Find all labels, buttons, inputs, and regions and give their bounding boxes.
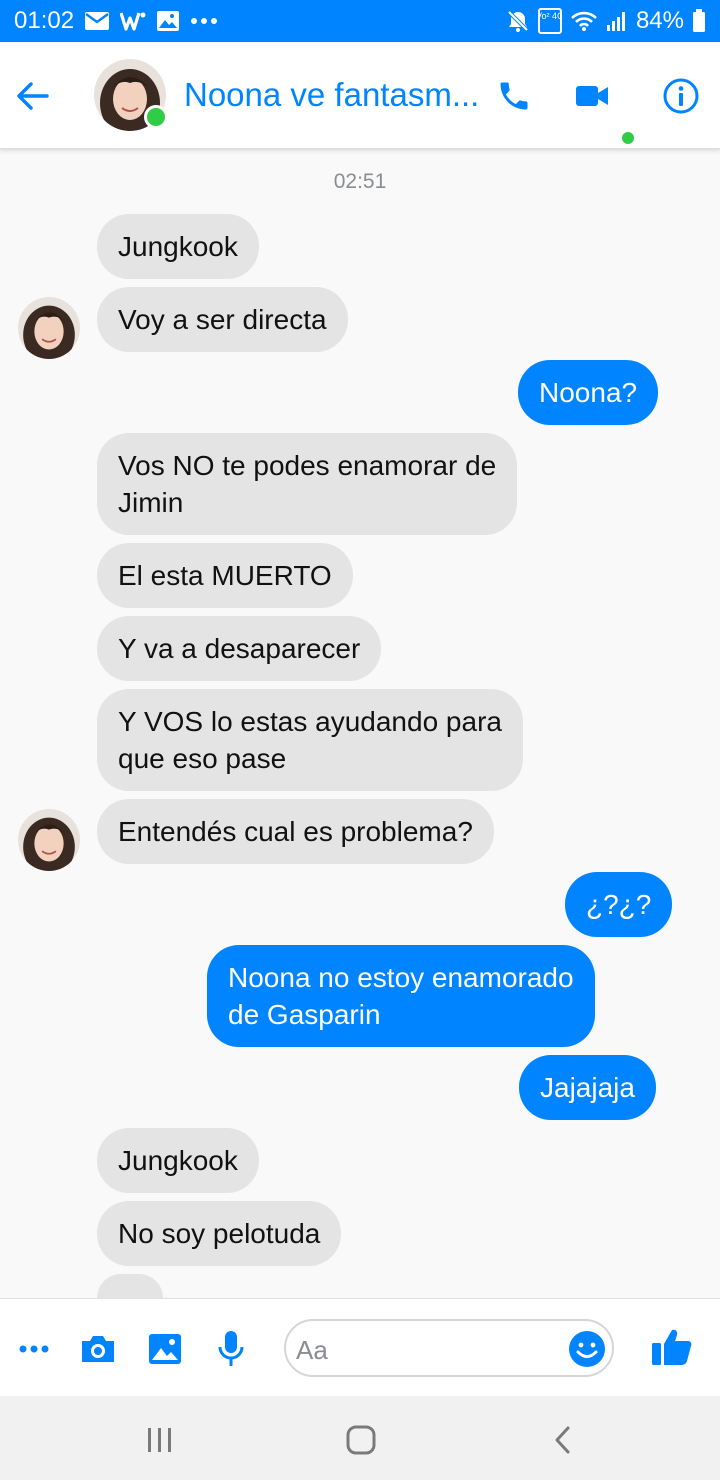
- back-arrow-icon: [17, 82, 49, 110]
- message-bubble-outgoing[interactable]: Jajajaja: [519, 1055, 656, 1120]
- battery-icon: [692, 9, 706, 33]
- message-timestamp: 02:51: [333, 170, 387, 193]
- chevron-left-icon: [555, 1426, 570, 1454]
- info-icon: [663, 78, 699, 114]
- message-text: Jungkook: [118, 1145, 238, 1176]
- system-back-button[interactable]: [541, 1418, 585, 1462]
- message-text: Jajajaja: [540, 1072, 635, 1103]
- message-text-line: Noona no estoy enamorado: [228, 962, 574, 993]
- message-text: Y va a desaparecer: [118, 633, 361, 664]
- message-bubble-incoming[interactable]: Jungkook: [97, 214, 259, 279]
- more-dots-icon: [19, 1345, 49, 1353]
- more-actions-button[interactable]: [12, 1327, 56, 1371]
- back-button[interactable]: [12, 76, 52, 116]
- message-bubble-incoming[interactable]: Entendés cual es problema?: [97, 799, 494, 864]
- chat-header: Noona ve fantasm...: [0, 42, 720, 150]
- system-navigation-bar: [0, 1396, 720, 1480]
- message-text-line: Y VOS lo estas ayudando para: [118, 706, 502, 737]
- volte-text: Vo² 4G: [538, 11, 562, 21]
- online-indicator: [144, 105, 168, 129]
- volte-icon: Vo² 4G: [537, 8, 562, 34]
- home-button[interactable]: [339, 1418, 383, 1462]
- recent-apps-icon: [148, 1428, 171, 1452]
- conversation-title[interactable]: Noona ve fantasm...: [184, 76, 484, 114]
- thumbs-up-icon: [652, 1329, 692, 1365]
- like-button[interactable]: [650, 1325, 694, 1369]
- message-input[interactable]: Aa: [284, 1319, 614, 1377]
- message-text: No soy pelotuda: [118, 1218, 321, 1249]
- message-bubble-incoming[interactable]: El esta MUERTO: [97, 543, 353, 608]
- message-text-line: de Gasparin: [228, 999, 381, 1030]
- sender-avatar[interactable]: [18, 297, 80, 359]
- w-icon: [120, 11, 146, 31]
- message-text: Noona?: [539, 377, 638, 408]
- status-left: 01:02: [14, 7, 218, 35]
- message-bubble-outgoing[interactable]: Noona no estoy enamorado de Gasparin: [207, 945, 595, 1047]
- gallery-button[interactable]: [143, 1327, 187, 1371]
- smiley-icon: [569, 1331, 605, 1367]
- message-bubble-incoming[interactable]: Y VOS lo estas ayudando para que eso pas…: [97, 689, 523, 791]
- message-bubble-incoming[interactable]: Voy a ser directa: [97, 287, 348, 352]
- status-bar: 01:02 Vo² 4G 84%: [0, 0, 720, 42]
- mail-icon: [84, 11, 110, 31]
- message-text-line: que eso pase: [118, 743, 287, 774]
- message-bubble-outgoing[interactable]: ¿?¿?: [565, 872, 673, 937]
- image-icon: [156, 10, 180, 32]
- message-text: ¿?¿?: [586, 889, 652, 920]
- video-active-dot: [622, 132, 634, 144]
- sender-avatar[interactable]: [18, 809, 80, 871]
- message-bubble-incoming[interactable]: No soy pelotuda: [97, 1201, 342, 1266]
- voice-message-button[interactable]: [209, 1327, 253, 1371]
- status-right: Vo² 4G 84%: [506, 7, 706, 35]
- home-icon: [346, 1425, 376, 1455]
- message-input-placeholder: Aa: [296, 1335, 328, 1365]
- video-camera-icon: [576, 86, 608, 106]
- contact-avatar[interactable]: [94, 59, 168, 131]
- signal-icon: [606, 10, 628, 32]
- voice-call-button[interactable]: [490, 72, 538, 120]
- message-text: Entendés cual es problema?: [118, 816, 473, 847]
- message-text: El esta MUERTO: [118, 560, 332, 591]
- wifi-icon: [570, 10, 598, 32]
- message-bubble-incoming[interactable]: Y va a desaparecer: [97, 616, 382, 681]
- status-time: 01:02: [14, 7, 75, 34]
- message-text: Jungkook: [118, 231, 238, 262]
- phone-icon: [500, 82, 528, 110]
- emoji-button[interactable]: [568, 1330, 606, 1368]
- camera-icon: [82, 1336, 114, 1362]
- message-text: Voy a ser directa: [118, 304, 327, 335]
- message-bubble-partial[interactable]: [97, 1274, 163, 1298]
- message-text-line: Jimin: [118, 487, 184, 518]
- message-text-line: Vos NO te podes enamorar de: [118, 450, 497, 481]
- recent-apps-button[interactable]: [138, 1418, 182, 1462]
- camera-button[interactable]: [76, 1327, 120, 1371]
- gallery-icon: [149, 1334, 181, 1364]
- message-bubble-incoming[interactable]: Vos NO te podes enamorar de Jimin: [97, 433, 518, 535]
- more-icon: [190, 17, 218, 25]
- battery-percent: 84%: [635, 7, 684, 34]
- video-call-button[interactable]: [568, 72, 616, 120]
- message-bubble-incoming[interactable]: Jungkook: [97, 1128, 259, 1193]
- info-button[interactable]: [657, 72, 705, 120]
- message-composer: Aa: [0, 1298, 720, 1396]
- message-bubble-outgoing[interactable]: Noona?: [518, 360, 659, 425]
- microphone-icon: [218, 1331, 244, 1366]
- mute-icon: [506, 9, 530, 33]
